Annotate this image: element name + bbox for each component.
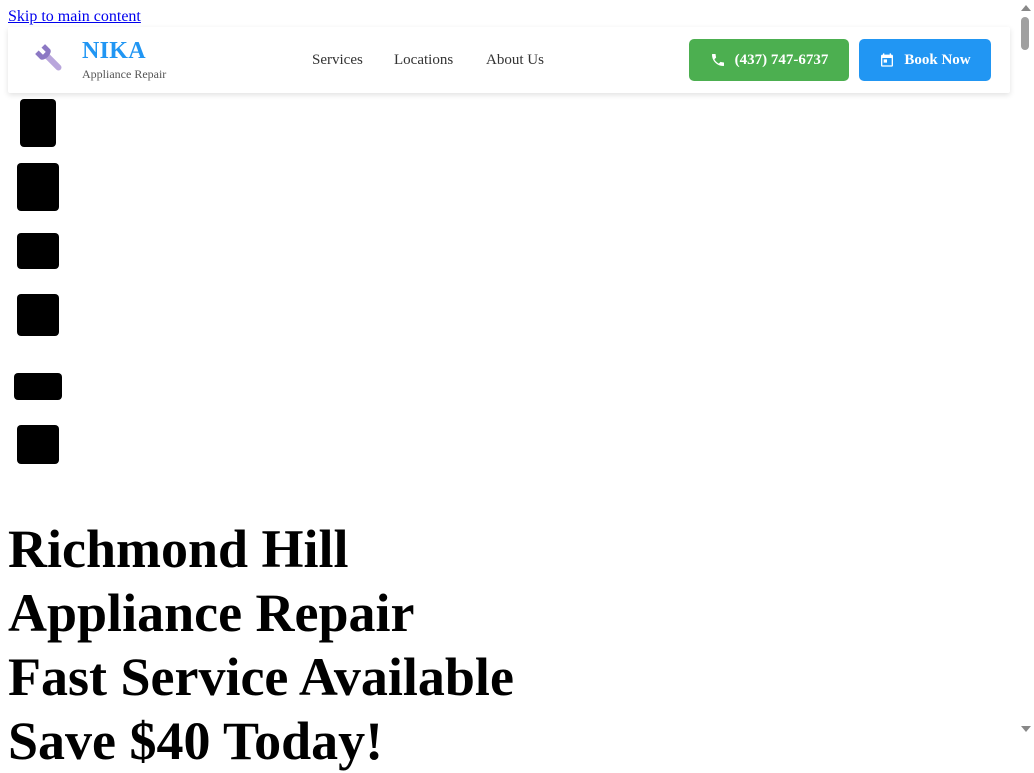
placeholder-icon-1 xyxy=(20,99,56,147)
site-header: NIKA Appliance Repair Services Locations… xyxy=(8,27,1010,93)
nav-locations[interactable]: Locations xyxy=(394,51,453,69)
placeholder-icon-2 xyxy=(17,163,59,211)
calendar-icon xyxy=(881,53,894,67)
nav-services[interactable]: Services xyxy=(312,51,363,69)
placeholder-icon-6 xyxy=(17,425,59,464)
book-now-button[interactable]: Book Now xyxy=(859,39,991,81)
placeholder-icon-5 xyxy=(14,373,62,400)
call-button-label: (437) 747-6737 xyxy=(734,51,829,68)
scroll-down-arrow-icon[interactable] xyxy=(1021,726,1031,732)
placeholder-icon-4 xyxy=(17,294,59,336)
hero-title: Richmond Hill Appliance Repair Fast Serv… xyxy=(8,517,514,773)
hero-line-3: Fast Service Available xyxy=(8,647,514,707)
placeholder-icon-3 xyxy=(17,233,59,269)
call-button[interactable]: (437) 747-6737 xyxy=(689,39,849,81)
book-now-label: Book Now xyxy=(904,51,971,68)
nav-about-us[interactable]: About Us xyxy=(486,51,544,69)
brand-name[interactable]: NIKA xyxy=(82,37,146,65)
hero-line-1: Richmond Hill xyxy=(8,519,349,579)
hero-line-4: Save $40 Today! xyxy=(8,711,384,771)
hero-line-2: Appliance Repair xyxy=(8,583,415,643)
skip-to-main-link[interactable]: Skip to main content xyxy=(8,7,141,27)
vertical-scrollbar[interactable] xyxy=(1017,0,1034,737)
wrench-icon xyxy=(35,44,62,71)
brand-tagline: Appliance Repair xyxy=(82,67,167,81)
phone-icon xyxy=(711,54,724,66)
scrollbar-thumb[interactable] xyxy=(1021,17,1029,50)
scroll-up-arrow-icon[interactable] xyxy=(1021,5,1031,11)
